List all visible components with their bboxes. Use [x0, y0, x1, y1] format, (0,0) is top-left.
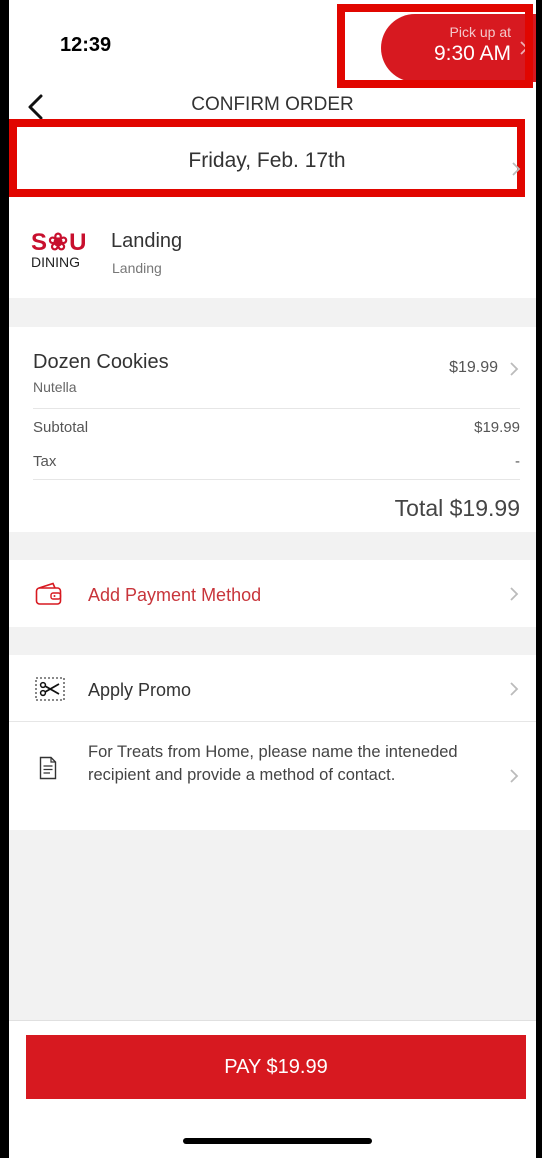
- item-price: $19.99: [449, 359, 498, 376]
- item-option: Nutella: [33, 379, 77, 395]
- order-total: Total $19.99: [394, 495, 520, 521]
- screen: 12:39 ..... CONFIRM ORDER Friday, Feb. 1…: [9, 0, 536, 1158]
- pay-button-label: PAY $19.99: [224, 1056, 328, 1078]
- divider: [33, 408, 520, 409]
- order-summary: Dozen Cookies Nutella $19.99 Subtotal $1…: [9, 327, 536, 532]
- restaurant-location: Landing: [112, 260, 162, 276]
- section-gap: [9, 627, 536, 655]
- section-gap: [9, 532, 536, 560]
- wallet-icon: [35, 582, 62, 605]
- chevron-right-icon: [510, 682, 519, 696]
- divider: [9, 1020, 536, 1021]
- restaurant-row: S❀U DINING Landing Landing: [9, 206, 536, 298]
- document-icon: [39, 756, 57, 780]
- apply-promo-row[interactable]: Apply Promo: [9, 655, 536, 721]
- date-label: Friday, Feb. 17th: [188, 149, 346, 172]
- pickup-highlight-frame: [337, 4, 533, 88]
- section-gap: [9, 298, 536, 327]
- chevron-right-icon: [512, 162, 521, 176]
- apply-promo-label: Apply Promo: [88, 680, 192, 700]
- scissors-coupon-icon: [35, 677, 65, 701]
- chevron-right-icon: [510, 769, 519, 783]
- tax-label: Tax: [33, 453, 57, 470]
- subtotal-value: $19.99: [474, 419, 520, 436]
- page-title: CONFIRM ORDER: [191, 94, 354, 115]
- restaurant-name: Landing: [111, 230, 183, 252]
- pay-button[interactable]: PAY $19.99: [26, 1035, 526, 1099]
- logo-subtext: DINING: [31, 254, 80, 270]
- tax-value: -: [515, 453, 520, 470]
- subtotal-label: Subtotal: [33, 419, 89, 436]
- recipient-note-row[interactable]: For Treats from Home, please name the in…: [9, 722, 536, 830]
- status-time: 12:39: [60, 34, 112, 56]
- sou-dining-logo: S❀U DINING: [31, 229, 103, 278]
- date-selector[interactable]: Friday, Feb. 17th: [9, 119, 525, 197]
- home-indicator[interactable]: [183, 1138, 372, 1144]
- logo-wordmark: S❀U: [31, 229, 88, 256]
- recipient-note-text: For Treats from Home, please name the in…: [88, 743, 458, 784]
- chevron-right-icon: [510, 587, 519, 601]
- empty-area: [9, 830, 536, 1021]
- add-payment-label: Add Payment Method: [88, 585, 262, 605]
- item-name[interactable]: Dozen Cookies: [33, 351, 169, 374]
- divider: [33, 479, 520, 480]
- chevron-right-icon[interactable]: [509, 361, 519, 377]
- add-payment-row[interactable]: Add Payment Method: [9, 560, 536, 627]
